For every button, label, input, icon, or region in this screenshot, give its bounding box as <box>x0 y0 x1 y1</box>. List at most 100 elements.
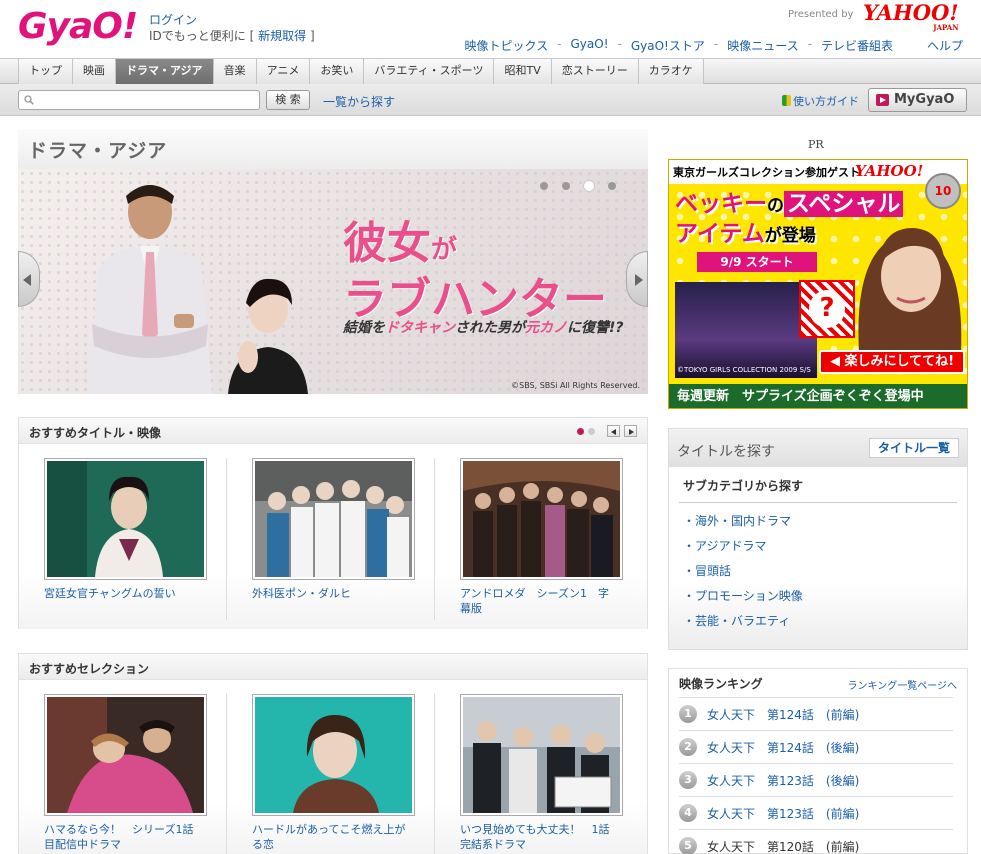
help-link[interactable]: ヘルプ <box>927 37 963 54</box>
top-link-store[interactable]: GyaO!ストア <box>631 37 705 54</box>
banner-sub-b: された男が <box>455 320 525 336</box>
ranking-list: 1 女人天下 第124話 (前編) 2 女人天下 第124話 (後編) 3 女人天下 … <box>669 697 967 854</box>
search-input[interactable] <box>18 90 260 110</box>
arrow-right-icon <box>629 429 634 435</box>
ad-anniversary-badge: 10 <box>925 173 961 209</box>
gyao-logo[interactable]: GyaO! <box>18 6 138 47</box>
card-caption[interactable]: ハードルがあってこそ燃え上がる恋 <box>252 822 410 852</box>
top-links: 映像トピックス - GyaO! - GyaO!ストア - 映像ニュース - テレ… <box>465 37 964 54</box>
banner-sub-a: 結婚を <box>343 320 385 336</box>
thumbnail[interactable] <box>252 694 415 816</box>
title-list-button[interactable]: タイトル一覧 <box>869 438 959 458</box>
section-header: ドラマ・アジア <box>18 129 648 169</box>
ranking-item[interactable]: 4 女人天下 第123話 (前編) <box>679 796 953 829</box>
ad-date: 9/9 スタート <box>697 252 817 272</box>
signup-link[interactable]: 新規取得 <box>258 29 306 43</box>
ranking-item-title[interactable]: 女人天下 第124話 (後編) <box>707 739 859 756</box>
thumbnail[interactable] <box>252 458 415 580</box>
ranking-item[interactable]: 2 女人天下 第124話 (後編) <box>679 730 953 763</box>
selection-card[interactable]: いつ見始めても大丈夫！ 1話完結系ドラマ <box>435 694 643 854</box>
card-caption[interactable]: ハマるなら今！ シリーズ1話目配信中ドラマ <box>44 822 202 852</box>
subcategory-item[interactable]: 芸能・バラエティ <box>683 613 967 638</box>
title-card[interactable]: 外科医ポン・ダルヒ <box>227 458 435 620</box>
card-caption[interactable]: 宮廷女官チャングムの誓い <box>44 586 202 601</box>
thumbnail[interactable] <box>44 458 207 580</box>
nav-tab-comedy[interactable]: お笑い <box>310 59 365 84</box>
card-caption[interactable]: 外科医ポン・ダルヒ <box>252 586 410 601</box>
subcategory-item[interactable]: アジアドラマ <box>683 538 967 563</box>
browse-list-link[interactable]: 一覧から探す <box>323 93 395 110</box>
yahoo-logo[interactable]: YAHOO! JAPAN <box>863 2 959 32</box>
banner-dot[interactable] <box>562 182 570 190</box>
ad-enjoy-label: ◀ 楽しみにしててね! <box>819 350 965 374</box>
top-link-gyao[interactable]: GyaO! <box>571 37 609 54</box>
mygyao-button[interactable]: MyGyaO <box>868 88 967 112</box>
ranking-item-title[interactable]: 女人天下 第123話 (後編) <box>707 772 859 789</box>
nav-tab-karaoke[interactable]: カラオケ <box>638 59 704 84</box>
question-mark-icon: ? <box>809 290 845 328</box>
header: GyaO! ログイン IDでもっと便利に [ 新規取得 ] Presented … <box>0 0 981 58</box>
selection-card[interactable]: ハマるなら今！ シリーズ1話目配信中ドラマ <box>19 694 227 854</box>
nav-tab-love-story[interactable]: 恋ストーリー <box>551 59 639 84</box>
title-card[interactable]: アンドロメダ シーズン1 字幕版 <box>435 458 643 620</box>
banner-woman-image <box>228 278 308 394</box>
nav-tab-showa-tv[interactable]: 昭和TV <box>494 59 552 84</box>
rank-number-badge: 2 <box>679 738 697 756</box>
banner-dot-active[interactable] <box>584 181 594 191</box>
beginner-leaf-icon <box>782 95 791 106</box>
ranking-box: 映像ランキング ランキング一覧ページへ 1 女人天下 第124話 (前編) 2 女人… <box>668 668 968 854</box>
feature-banner[interactable]: 彼女が ラブハンター 結婚をドタキャンされた男が元カノに復讐!? ©SBS, S… <box>18 169 648 394</box>
arrow-left-icon <box>23 274 31 286</box>
search-button[interactable]: 検 索 <box>266 90 310 110</box>
separator: - <box>617 37 622 51</box>
banner-title: 彼女が ラブハンター <box>343 219 607 325</box>
next-button[interactable] <box>624 425 637 437</box>
thumbnail[interactable] <box>460 694 623 816</box>
card-caption[interactable]: アンドロメダ シーズン1 字幕版 <box>460 586 619 616</box>
top-link-news[interactable]: 映像ニュース <box>727 37 798 54</box>
title-card[interactable]: 宮廷女官チャングムの誓い <box>19 458 227 620</box>
top-link-tv-guide[interactable]: テレビ番組表 <box>821 37 893 54</box>
ranking-item[interactable]: 5 女人天下 第120話 (前編) <box>679 829 953 854</box>
prev-button[interactable] <box>607 425 620 437</box>
banner-dot[interactable] <box>540 182 548 190</box>
nav-tab-top[interactable]: トップ <box>18 59 73 84</box>
pager-dot[interactable] <box>588 427 595 435</box>
card-caption[interactable]: いつ見始めても大丈夫！ 1話完結系ドラマ <box>460 822 619 852</box>
login-box: ログイン IDでもっと便利に [ 新規取得 ] <box>149 12 315 44</box>
ad-photo-caption: ©TOKYO GIRLS COLLECTION 2009 S/S <box>677 366 811 374</box>
rank-number-badge: 3 <box>679 771 697 789</box>
nav-tab-music[interactable]: 音楽 <box>213 59 257 84</box>
panel-title: おすすめタイトル・映像 <box>29 426 162 440</box>
top-link-topics[interactable]: 映像トピックス <box>465 37 549 54</box>
arrow-left-icon <box>611 429 616 435</box>
usage-guide-link[interactable]: 使い方ガイド <box>782 93 859 109</box>
rank-number-badge: 5 <box>679 837 697 854</box>
nav-tab-anime[interactable]: アニメ <box>256 59 311 84</box>
nav-tab-drama-asia[interactable]: ドラマ・アジア <box>116 59 214 84</box>
selection-card[interactable]: ハードルがあってこそ燃え上がる恋 <box>227 694 435 854</box>
nav-tab-movie[interactable]: 映画 <box>73 59 116 84</box>
subcategory-item[interactable]: 冒頭話 <box>683 563 967 588</box>
subcategory-item[interactable]: 海外・国内ドラマ <box>683 513 967 538</box>
ad-banner[interactable]: 東京ガールズコレクション参加ゲスト YAHOO! 10 ベッキーの スペシャル ア… <box>668 159 968 409</box>
ranking-more-link[interactable]: ランキング一覧ページへ <box>848 677 958 692</box>
banner-sub-hl1: ドタキャン <box>385 320 455 336</box>
ranking-item-title[interactable]: 女人天下 第124話 (前編) <box>707 706 859 723</box>
subcategory-item[interactable]: プロモーション映像 <box>683 588 967 613</box>
nav-tab-variety-sports[interactable]: バラエティ・スポーツ <box>364 59 495 84</box>
thumbnail[interactable] <box>44 694 207 816</box>
login-link[interactable]: ログイン <box>149 12 315 28</box>
thumbnail-image <box>47 461 204 577</box>
ranking-item-title[interactable]: 女人天下 第123話 (前編) <box>707 805 859 822</box>
pager-dot-active[interactable] <box>577 427 584 435</box>
ad-top-text: 東京ガールズコレクション参加ゲスト <box>673 166 860 179</box>
recommended-titles-panel: おすすめタイトル・映像 宮廷女官チャングムの誓い 外科医ポン・ダルヒ アンドロメ… <box>18 417 648 629</box>
search-bar: 検 索 一覧から探す 使い方ガイド MyGyaO <box>0 84 981 116</box>
ranking-item-title[interactable]: 女人天下 第120話 (前編) <box>707 838 859 854</box>
ranking-item[interactable]: 1 女人天下 第124話 (前編) <box>679 697 953 730</box>
ranking-item[interactable]: 3 女人天下 第123話 (後編) <box>679 763 953 796</box>
thumbnail-image <box>463 461 620 577</box>
banner-dot[interactable] <box>608 182 616 190</box>
thumbnail[interactable] <box>460 458 623 580</box>
